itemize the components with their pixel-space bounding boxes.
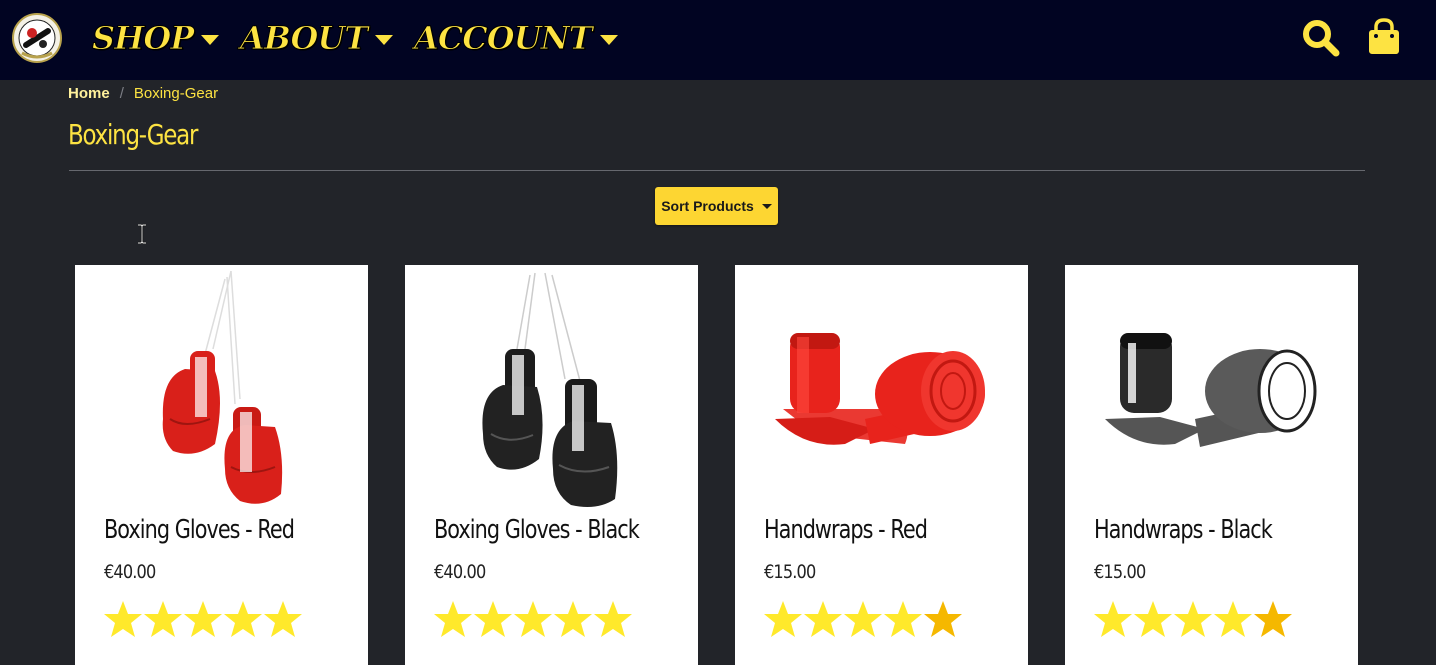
star-rating xyxy=(1093,599,1293,639)
star-icon xyxy=(1134,601,1172,637)
star-icon xyxy=(1214,601,1252,637)
nav-shop-menu[interactable]: SHOP xyxy=(91,14,220,62)
search-icon[interactable] xyxy=(1301,18,1341,58)
star-icon xyxy=(554,601,592,637)
star-icon xyxy=(434,601,472,637)
star-icon xyxy=(144,601,182,637)
product-title[interactable]: Boxing Gloves - Black xyxy=(434,515,640,545)
star-icon xyxy=(224,601,262,637)
nav-account-menu[interactable]: ACCOUNT xyxy=(414,14,618,62)
star-icon xyxy=(1174,601,1212,637)
product-card[interactable]: Boxing Gloves - Black €40.00 xyxy=(405,265,698,665)
breadcrumb: Home / Boxing-Gear xyxy=(68,82,218,104)
nav-about-label: ABOUT xyxy=(239,19,368,58)
breadcrumb-separator: / xyxy=(119,84,124,102)
product-card[interactable]: Handwraps - Black €15.00 xyxy=(1065,265,1358,665)
product-price: €40.00 xyxy=(434,561,486,583)
text-cursor-icon xyxy=(138,224,146,244)
star-icon xyxy=(514,601,552,637)
star-icon xyxy=(594,601,632,637)
star-icon xyxy=(924,601,962,637)
product-price: €40.00 xyxy=(104,561,156,583)
product-title[interactable]: Boxing Gloves - Red xyxy=(104,515,295,545)
product-card[interactable]: Boxing Gloves - Red €40.00 xyxy=(75,265,368,665)
star-icon xyxy=(104,601,142,637)
star-icon xyxy=(764,601,802,637)
product-price: €15.00 xyxy=(764,561,816,583)
star-rating xyxy=(433,599,633,639)
sort-products-label: Sort Products xyxy=(661,198,754,214)
top-navbar: SHOP ABOUT ACCOUNT xyxy=(0,0,1436,80)
page-title: Boxing-Gear xyxy=(68,118,198,151)
shopping-bag-icon[interactable] xyxy=(1366,17,1402,57)
product-title[interactable]: Handwraps - Red xyxy=(764,515,928,545)
star-icon xyxy=(804,601,842,637)
product-price: €15.00 xyxy=(1094,561,1146,583)
red-handwraps-image[interactable] xyxy=(735,269,1028,509)
chevron-down-icon xyxy=(201,35,220,45)
product-title[interactable]: Handwraps - Black xyxy=(1094,515,1273,545)
caret-down-icon xyxy=(761,203,772,209)
breadcrumb-home-link[interactable]: Home xyxy=(68,85,110,102)
divider xyxy=(69,170,1365,171)
star-icon xyxy=(844,601,882,637)
star-icon xyxy=(1254,601,1292,637)
nav-shop-label: SHOP xyxy=(91,19,194,58)
chevron-down-icon xyxy=(375,35,394,45)
chevron-down-icon xyxy=(599,35,618,45)
breadcrumb-current: Boxing-Gear xyxy=(133,84,219,102)
black-boxing-gloves-image[interactable] xyxy=(405,269,698,509)
star-icon xyxy=(474,601,512,637)
nav-about-menu[interactable]: ABOUT xyxy=(239,14,394,62)
star-rating xyxy=(103,599,303,639)
red-boxing-gloves-image[interactable] xyxy=(75,269,368,509)
product-card[interactable]: Handwraps - Red €15.00 xyxy=(735,265,1028,665)
star-icon xyxy=(1094,601,1132,637)
black-handwraps-image[interactable] xyxy=(1065,269,1358,509)
nav-account-label: ACCOUNT xyxy=(414,19,594,58)
star-icon xyxy=(184,601,222,637)
star-icon xyxy=(884,601,922,637)
sort-products-button[interactable]: Sort Products xyxy=(655,187,778,225)
star-rating xyxy=(763,599,963,639)
star-icon xyxy=(264,601,302,637)
club-crest-logo[interactable] xyxy=(12,13,62,63)
